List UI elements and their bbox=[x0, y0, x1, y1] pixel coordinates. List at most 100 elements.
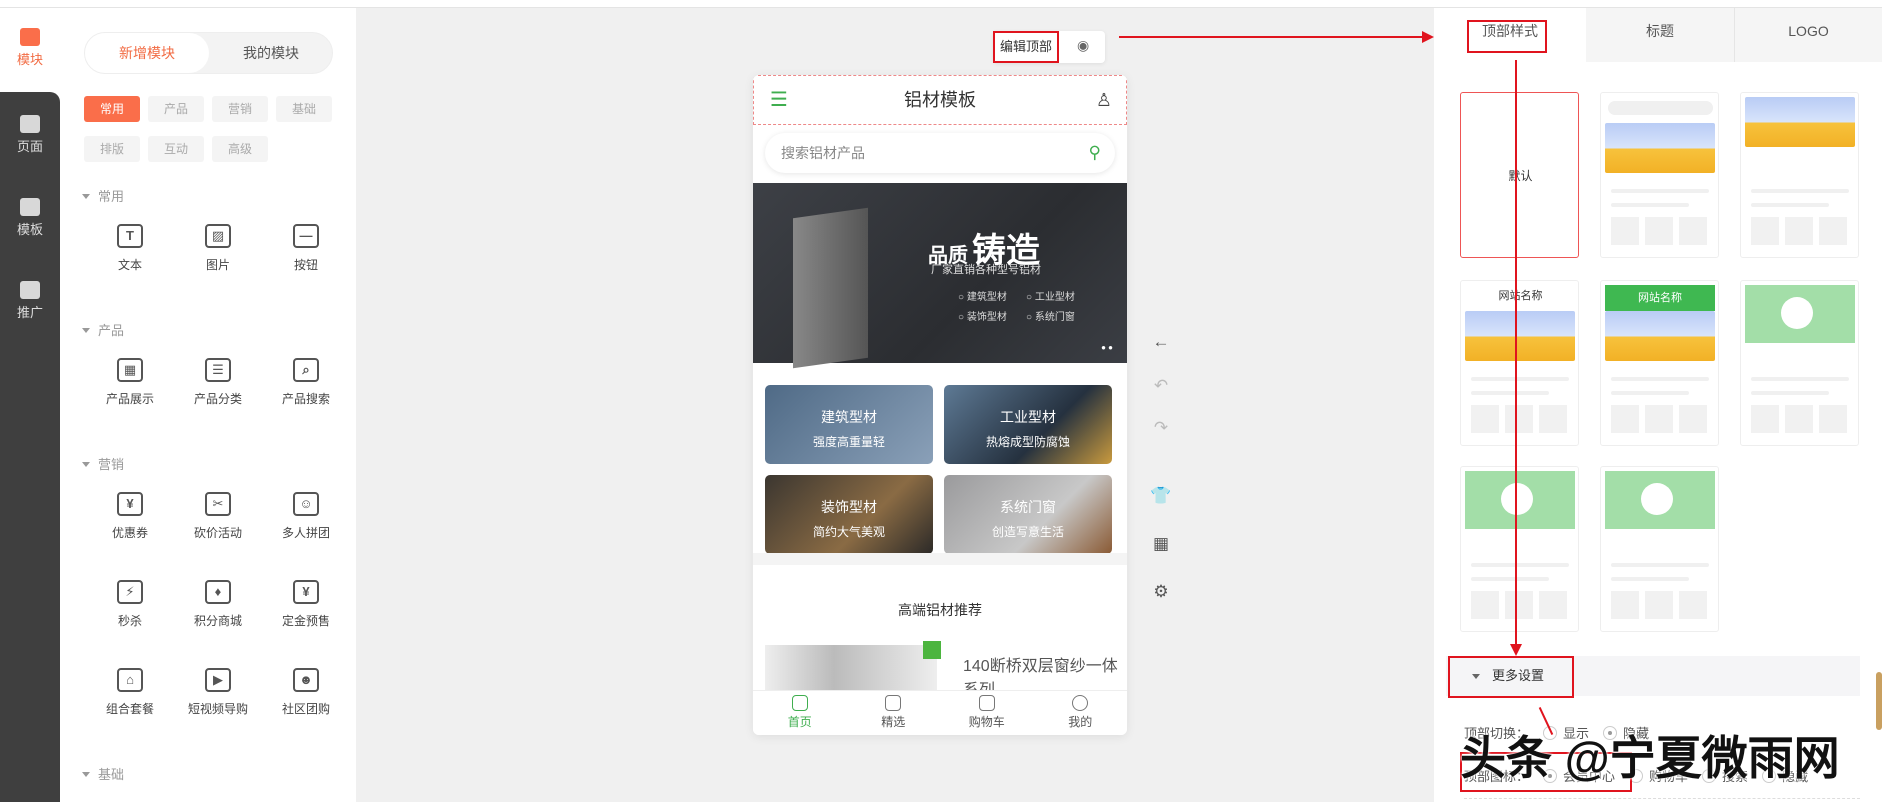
search-input[interactable]: 搜索铝材产品 ⚲ bbox=[765, 133, 1115, 173]
tab-logo[interactable]: LOGO bbox=[1734, 8, 1882, 62]
left-rail: 模块 页面 模板 推广 bbox=[0, 8, 60, 802]
scrollbar-thumb[interactable] bbox=[1876, 672, 1882, 730]
filter-chip[interactable]: 高级 bbox=[212, 136, 268, 162]
header-style-option[interactable] bbox=[1600, 92, 1719, 258]
module-item[interactable]: ⌕ 产品搜索 bbox=[262, 358, 350, 407]
decor-square bbox=[923, 641, 941, 659]
carousel-dots[interactable]: ● ● bbox=[1101, 343, 1113, 352]
module-icon: ☺ bbox=[293, 492, 319, 516]
block-thumb bbox=[1751, 405, 1779, 433]
header-style-option[interactable] bbox=[1740, 280, 1859, 446]
banner-tag: ○ 系统门窗 bbox=[1026, 312, 1075, 323]
block-thumb bbox=[1505, 591, 1533, 619]
category-card[interactable]: 工业型材 热熔成型防腐蚀 bbox=[944, 385, 1112, 464]
category-card[interactable]: 系统门窗 创造写意生活 bbox=[944, 475, 1112, 554]
module-item[interactable]: ▶ 短视频导购 bbox=[174, 668, 262, 717]
module-icon: ▨ bbox=[205, 224, 231, 248]
tab-title[interactable]: 标题 bbox=[1586, 8, 1734, 62]
top-bar bbox=[0, 0, 1882, 8]
phone-header[interactable]: ☰ 铝材模板 ♙ bbox=[753, 75, 1127, 125]
site-name-label: 网站名称 bbox=[1605, 285, 1715, 311]
filter-chip[interactable]: 营销 bbox=[212, 96, 268, 122]
module-icon: ⌂ bbox=[117, 668, 143, 692]
back-arrow-icon[interactable]: ← bbox=[1150, 332, 1172, 352]
home-icon bbox=[791, 695, 808, 711]
tab-home[interactable]: 首页 bbox=[753, 691, 847, 735]
section-header[interactable]: 产品 bbox=[82, 320, 124, 339]
settings-gear-icon[interactable]: ⚙ bbox=[1150, 582, 1172, 602]
banner-carousel[interactable]: 品质 铸造 厂家直销各种型号铝材 ○ 建筑型材 ○ 工业型材 ○ 装饰型材 ○ 系统门… bbox=[753, 183, 1127, 369]
tab-mine[interactable]: 我的 bbox=[1034, 691, 1128, 735]
header-style-option[interactable] bbox=[1600, 466, 1719, 632]
tab-new-modules[interactable]: 新增模块 bbox=[85, 33, 209, 73]
block-thumb bbox=[1679, 217, 1707, 245]
module-item[interactable]: ▦ 产品展示 bbox=[86, 358, 174, 407]
scene-thumb bbox=[1465, 311, 1575, 361]
module-item[interactable]: — 按钮 bbox=[262, 224, 350, 273]
rail-item-promote[interactable]: 推广 bbox=[0, 281, 60, 321]
banner-tag: ○ 装饰型材 bbox=[958, 312, 1007, 323]
rail-label: 页面 bbox=[16, 139, 43, 154]
line-thumb bbox=[1611, 189, 1709, 193]
category-grid: 建筑型材 强度高重量轻 工业型材 热熔成型防腐蚀 装饰型材 简约大气美观 系统门窗 创造… bbox=[753, 373, 1127, 554]
line-thumb bbox=[1751, 189, 1849, 193]
module-item[interactable]: ☻ 社区团购 bbox=[262, 668, 350, 717]
tab-my-modules[interactable]: 我的模块 bbox=[209, 33, 333, 73]
filter-chip[interactable]: 排版 bbox=[84, 136, 140, 162]
block-thumb bbox=[1751, 217, 1779, 245]
module-item[interactable]: ♦ 积分商城 bbox=[174, 580, 262, 629]
section-header[interactable]: 营销 bbox=[82, 454, 124, 473]
module-item[interactable]: ¥ 定金预售 bbox=[262, 580, 350, 629]
module-item[interactable]: ⌂ 组合套餐 bbox=[86, 668, 174, 717]
line-thumb bbox=[1751, 391, 1829, 395]
filter-chip[interactable]: 互动 bbox=[148, 136, 204, 162]
tab-featured[interactable]: 精选 bbox=[847, 691, 941, 735]
module-item[interactable]: T 文本 bbox=[86, 224, 174, 273]
grid-icon[interactable]: ▦ bbox=[1150, 534, 1172, 554]
module-label: 产品搜索 bbox=[281, 392, 330, 406]
module-icon: ♦ bbox=[205, 580, 231, 604]
module-item[interactable]: ⚡ 秒杀 bbox=[86, 580, 174, 629]
category-card[interactable]: 建筑型材 强度高重量轻 bbox=[765, 385, 933, 464]
line-thumb bbox=[1471, 377, 1569, 381]
module-label: 多人拼团 bbox=[281, 526, 330, 540]
avatar-thumb bbox=[1501, 483, 1533, 515]
header-style-option[interactable]: 网站名称 bbox=[1600, 280, 1719, 446]
module-item[interactable]: ☺ 多人拼团 bbox=[262, 492, 350, 541]
tab-cart[interactable]: 购物车 bbox=[940, 691, 1034, 735]
undo-icon[interactable]: ↶ bbox=[1150, 376, 1172, 396]
theme-shirt-icon[interactable]: 👕 bbox=[1150, 486, 1172, 506]
template-icon bbox=[20, 198, 40, 216]
module-label: 产品分类 bbox=[193, 392, 242, 406]
block-thumb bbox=[1539, 591, 1567, 619]
redo-icon[interactable]: ↷ bbox=[1150, 418, 1172, 438]
module-label: 优惠券 bbox=[111, 526, 148, 540]
module-item[interactable]: ☰ 产品分类 bbox=[174, 358, 262, 407]
header-style-option[interactable]: 默认 bbox=[1460, 92, 1579, 258]
menu-icon[interactable]: ☰ bbox=[770, 76, 788, 124]
section-header[interactable]: 基础 bbox=[82, 764, 124, 783]
rail-item-modules[interactable]: 模块 bbox=[0, 28, 60, 68]
module-item[interactable]: ¥ 优惠券 bbox=[86, 492, 174, 541]
header-style-option[interactable] bbox=[1460, 466, 1579, 632]
filter-chip[interactable]: 基础 bbox=[276, 96, 332, 122]
header-style-option[interactable] bbox=[1740, 92, 1859, 258]
category-card[interactable]: 装饰型材 简约大气美观 bbox=[765, 475, 933, 554]
module-item[interactable]: ✂ 砍价活动 bbox=[174, 492, 262, 541]
section-header[interactable]: 常用 bbox=[82, 186, 124, 205]
rail-item-templates[interactable]: 模板 bbox=[0, 198, 60, 238]
rail-item-pages[interactable]: 页面 bbox=[0, 115, 60, 155]
search-icon[interactable]: ⚲ bbox=[1089, 133, 1101, 173]
blocks-icon bbox=[20, 28, 40, 46]
phone-preview: ☰ 铝材模板 ♙ 搜索铝材产品 ⚲ 品质 铸造 厂家直销各种型号铝材 ○ 建筑型材 ○… bbox=[753, 75, 1127, 735]
eye-icon[interactable]: ◉ bbox=[1077, 37, 1089, 54]
annotation-arrow bbox=[1515, 60, 1517, 650]
module-item[interactable]: ▨ 图片 bbox=[174, 224, 262, 273]
block-thumb bbox=[1679, 591, 1707, 619]
header-style-option[interactable]: 网站名称 bbox=[1460, 280, 1579, 446]
module-icon: ⚡ bbox=[117, 580, 143, 604]
user-icon[interactable]: ♙ bbox=[1096, 76, 1112, 124]
module-label: 组合套餐 bbox=[105, 702, 154, 716]
filter-chip[interactable]: 产品 bbox=[148, 96, 204, 122]
filter-chip[interactable]: 常用 bbox=[84, 96, 140, 122]
